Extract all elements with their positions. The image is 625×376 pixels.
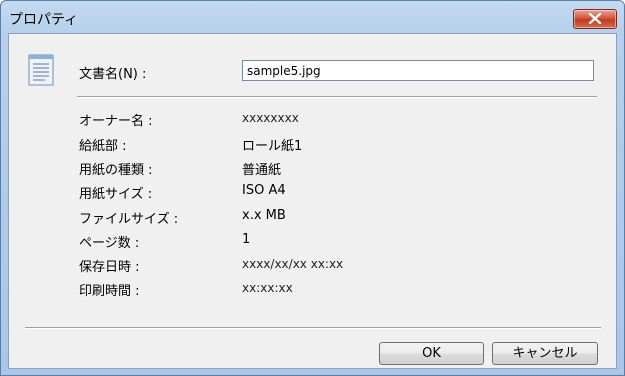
print-time-label: 印刷時間 : xyxy=(79,284,140,299)
separator-top xyxy=(77,96,597,98)
title-bar[interactable]: プロパティ xyxy=(1,1,624,33)
ok-button[interactable]: OK xyxy=(379,342,484,365)
media-type-value: 普通紙 xyxy=(242,163,282,178)
paper-source-label: 給紙部 : xyxy=(79,139,127,154)
print-time-value: xx:xx:xx xyxy=(242,281,293,295)
window-title: プロパティ xyxy=(9,12,79,28)
saved-datetime-value: xxxx/xx/xx xx:xx xyxy=(242,257,344,271)
paper-size-value: ISO A4 xyxy=(242,183,286,198)
file-size-value: x.x MB xyxy=(242,208,286,223)
document-name-input[interactable] xyxy=(242,60,594,81)
cancel-button[interactable]: キャンセル xyxy=(492,342,598,365)
media-type-label: 用紙の種類 : xyxy=(79,163,153,178)
dialog-content: 文書名(N) : オーナー名 : xxxxxxxx 給紙部 : ロール紙1 用紙… xyxy=(8,33,617,369)
owner-name-value: xxxxxxxx xyxy=(242,111,299,125)
file-size-label: ファイルサイズ : xyxy=(79,212,179,227)
properties-dialog: プロパティ 文書名(N) : オーナー名 : xxxxxxxx 給紙部 : ロー… xyxy=(0,0,625,376)
paper-source-value: ロール紙1 xyxy=(242,139,303,154)
document-icon xyxy=(28,54,54,86)
paper-size-label: 用紙サイズ : xyxy=(79,187,153,202)
separator-bottom xyxy=(25,327,601,329)
document-name-label: 文書名(N) : xyxy=(79,67,147,82)
page-count-label: ページ数 : xyxy=(79,236,140,251)
owner-name-label: オーナー名 : xyxy=(79,114,153,129)
close-icon xyxy=(588,13,602,24)
page-count-value: 1 xyxy=(242,232,251,247)
close-button[interactable] xyxy=(573,9,617,29)
saved-datetime-label: 保存日時 : xyxy=(79,260,140,275)
